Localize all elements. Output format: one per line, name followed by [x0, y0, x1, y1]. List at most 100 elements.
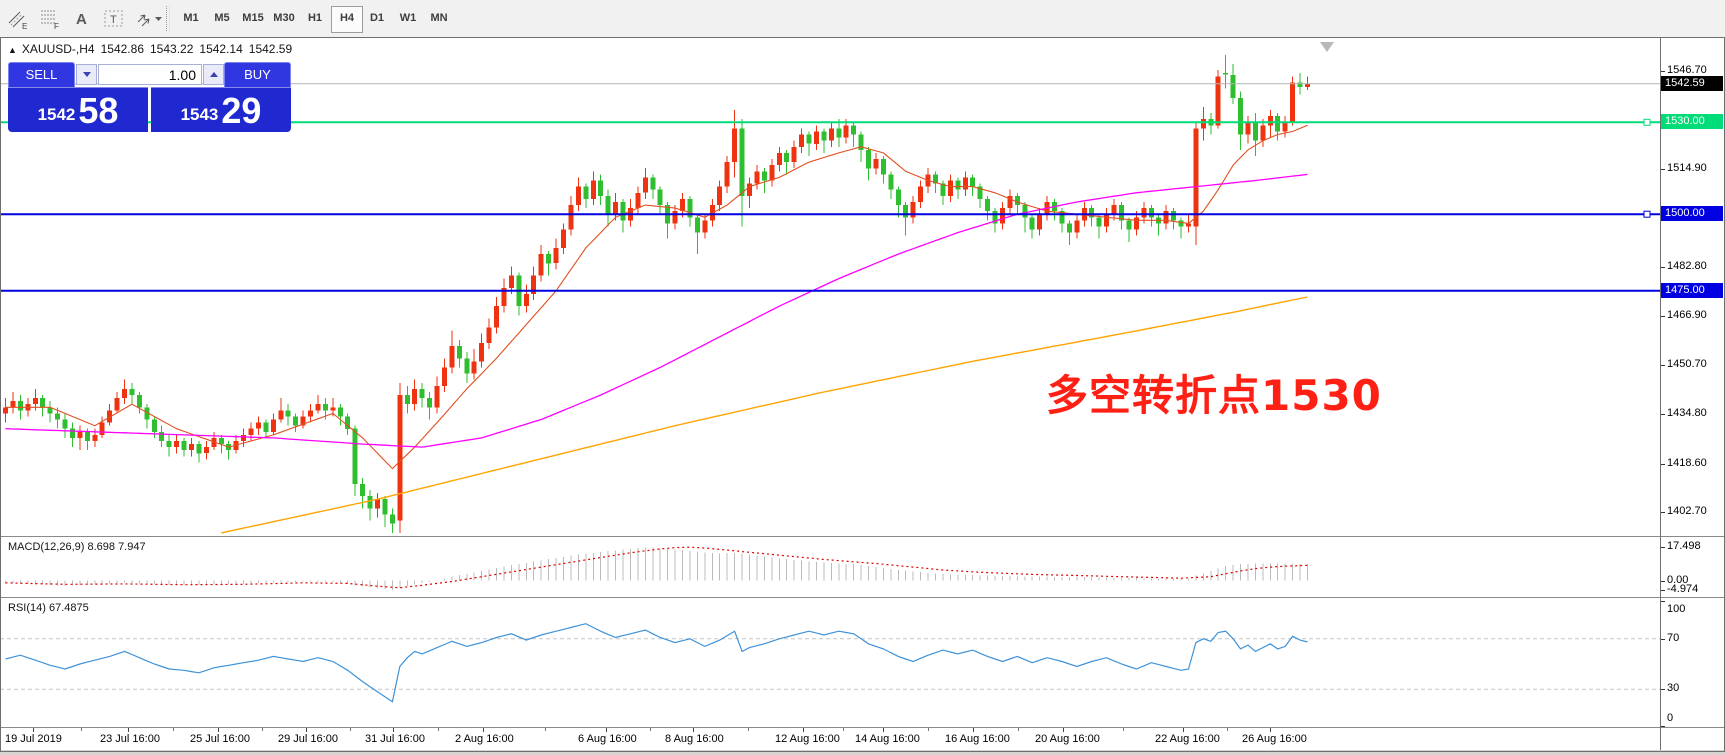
price-tick-label: 1482.80: [1667, 260, 1707, 272]
collapse-arrow-icon[interactable]: ▲: [8, 45, 17, 55]
rsi-title: RSI(14): [8, 602, 46, 614]
mt4-window: E FA T M1M5M15M30H1H4D1W1MN ▲ XAUUSD-,H4 154…: [0, 0, 1725, 755]
time-tick-label: 20 Aug 16:00: [1035, 733, 1100, 745]
current-price-badge: 1542.59: [1661, 76, 1723, 91]
time-tick-minor: [843, 728, 844, 731]
sell-price[interactable]: 1542 58: [8, 87, 148, 132]
price-axis[interactable]: 1546.701514.901482.801466.901450.701434.…: [1660, 0, 1725, 755]
axis-border: [1660, 38, 1661, 750]
toolbar-grip[interactable]: [166, 6, 170, 31]
rsi-tick: [1661, 601, 1665, 602]
panel-separator[interactable]: [0, 597, 1725, 598]
price-tick: [1661, 267, 1665, 268]
timeframe-button-d1[interactable]: D1: [362, 6, 392, 31]
level-price-badge: 1530.00: [1661, 114, 1723, 129]
timeframe-button-m15[interactable]: M15: [238, 6, 268, 31]
close-value: 1542.59: [249, 42, 292, 56]
high-value: 1543.22: [150, 42, 193, 56]
time-tick-label: 6 Aug 16:00: [578, 733, 637, 745]
timeframe-button-w1[interactable]: W1: [393, 6, 423, 31]
time-tick: [306, 728, 307, 732]
time-tick-label: 19 Jul 2019: [5, 733, 62, 745]
rsi-label: RSI(14) 67.4875: [8, 602, 89, 614]
low-value: 1542.14: [199, 42, 242, 56]
buy-price[interactable]: 1543 29: [151, 87, 291, 132]
macd-tick: [1661, 590, 1665, 591]
time-tick-minor: [173, 728, 174, 731]
buy-button[interactable]: BUY: [224, 62, 291, 87]
chart-annotation-text[interactable]: 多空转折点1530: [1046, 362, 1382, 423]
time-tick-minor: [438, 728, 439, 731]
time-tick-label: 25 Jul 16:00: [190, 733, 250, 745]
arrow-down-icon: [83, 72, 91, 77]
time-tick-minor: [1018, 728, 1019, 731]
svg-text:T: T: [110, 14, 117, 26]
open-value: 1542.86: [101, 42, 144, 56]
arrow-up-icon: [210, 72, 218, 77]
time-tick-label: 26 Aug 16:00: [1242, 733, 1307, 745]
buy-price-small: 1543: [181, 105, 219, 132]
macd-signal-line: [6, 547, 1308, 588]
fibonacci-retracement-icon[interactable]: F: [38, 6, 64, 31]
arrow-tools-icon[interactable]: [134, 6, 160, 31]
macd-label: MACD(12,26,9) 8.698 7.947: [8, 541, 146, 553]
timeframe-button-m5[interactable]: M5: [207, 6, 237, 31]
panel-separator: [0, 727, 1725, 728]
volume-down-button[interactable]: [76, 64, 97, 85]
macd-tick-label: -4.974: [1667, 583, 1698, 595]
time-axis[interactable]: 19 Jul 2019 23 Jul 16:00 25 Jul 16:00 29 Ju…: [0, 728, 1660, 750]
svg-text:E: E: [22, 22, 27, 31]
rsi-value: 67.4875: [49, 602, 89, 614]
sell-button[interactable]: SELL: [8, 62, 75, 87]
symbol-label: XAUUSD-,H4: [22, 42, 95, 56]
rsi-tick-label: 0: [1667, 712, 1673, 724]
timeframe-button-h4[interactable]: H4: [331, 6, 363, 33]
price-tick: [1661, 316, 1665, 317]
price-tick: [1661, 71, 1665, 72]
time-tick: [33, 728, 34, 732]
time-tick-minor: [545, 728, 546, 731]
toolbar: E FA T M1M5M15M30H1H4D1W1MN: [0, 0, 1725, 38]
time-tick-label: 31 Jul 16:00: [365, 733, 425, 745]
time-tick-label: 16 Aug 16:00: [945, 733, 1010, 745]
level-price-badge: 1475.00: [1661, 283, 1723, 298]
time-tick: [606, 728, 607, 732]
time-tick: [1270, 728, 1271, 732]
time-tick: [883, 728, 884, 732]
text-label-icon[interactable]: A: [70, 6, 96, 31]
time-tick-label: 23 Jul 16:00: [100, 733, 160, 745]
price-tick: [1661, 169, 1665, 170]
time-tick-label: 29 Jul 16:00: [278, 733, 338, 745]
volume-input[interactable]: [98, 64, 202, 85]
equidistant-channel-icon[interactable]: E: [6, 6, 32, 31]
macd-tick: [1661, 581, 1665, 582]
buy-price-big: 29: [221, 90, 261, 132]
price-tick-label: 1546.70: [1667, 64, 1707, 76]
panel-separator[interactable]: [0, 536, 1725, 537]
macd-canvas[interactable]: [0, 538, 1660, 597]
macd-histogram: [6, 547, 1308, 590]
chart-shift-marker[interactable]: [1320, 42, 1334, 52]
text-box-icon[interactable]: T: [102, 6, 128, 31]
timeframe-button-h1[interactable]: H1: [300, 6, 330, 31]
price-tick: [1661, 414, 1665, 415]
time-tick: [693, 728, 694, 732]
time-tick: [973, 728, 974, 732]
rsi-tick-label: 30: [1667, 682, 1679, 694]
rsi-canvas[interactable]: [0, 599, 1660, 727]
timeframe-button-m1[interactable]: M1: [176, 6, 206, 31]
time-tick-label: 22 Aug 16:00: [1155, 733, 1220, 745]
time-tick: [803, 728, 804, 732]
time-tick-label: 14 Aug 16:00: [855, 733, 920, 745]
timeframe-button-mn[interactable]: MN: [424, 6, 454, 31]
hline-handle[interactable]: [1644, 119, 1650, 125]
hline-handle[interactable]: [1644, 211, 1650, 217]
price-tick: [1661, 512, 1665, 513]
price-tick-label: 1466.90: [1667, 309, 1707, 321]
price-tick: [1661, 365, 1665, 366]
macd-tick-label: 17.498: [1667, 540, 1701, 552]
time-tick-minor: [1123, 728, 1124, 731]
timeframe-button-m30[interactable]: M30: [269, 6, 299, 31]
volume-up-button[interactable]: [203, 64, 224, 85]
macd-values: 8.698 7.947: [87, 541, 145, 553]
